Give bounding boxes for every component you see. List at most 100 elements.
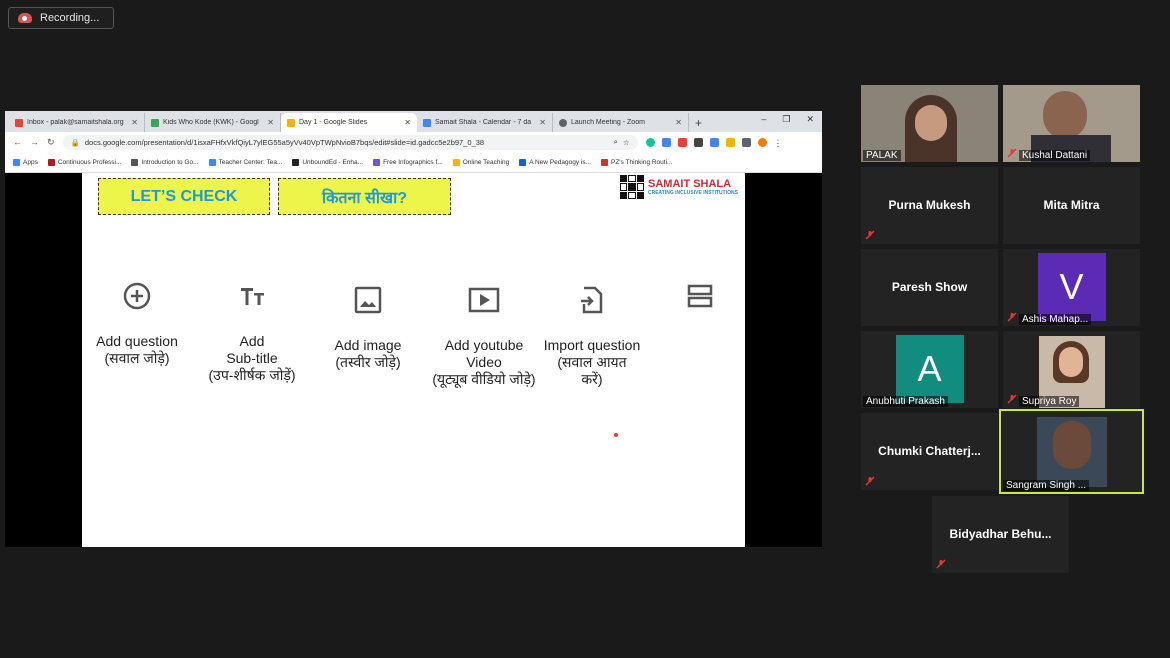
bookmark-icon: [452, 158, 460, 166]
participant-name: Kushal Dattani: [1019, 150, 1091, 161]
close-tab-icon[interactable]: ✕: [131, 118, 138, 127]
video-play-icon: [468, 287, 500, 313]
muted-mic-icon: [1007, 312, 1017, 322]
participant-tile[interactable]: Purna Mukesh: [861, 167, 998, 244]
participant-name: Mita Mitra: [1043, 198, 1100, 212]
calendar-icon: [423, 118, 431, 127]
restore-button[interactable]: ❐: [782, 114, 790, 125]
participant-tile[interactable]: Mita Mitra: [1003, 167, 1140, 244]
extension-hindi-icon[interactable]: [693, 137, 703, 147]
extension-grammarly-icon[interactable]: [645, 137, 655, 147]
close-window-button[interactable]: ✕: [806, 114, 814, 125]
profile-avatar[interactable]: [757, 137, 767, 147]
option-import-question: Import question (सवाल आयत करें): [537, 285, 647, 387]
muted-mic-icon: [1007, 148, 1017, 158]
bookmark-item[interactable]: PZ's Thinking Routi...: [601, 158, 672, 166]
image-icon: [354, 286, 382, 314]
star-icon[interactable]: ☆: [623, 138, 630, 147]
bookmark-icon: [519, 158, 527, 166]
browser-window: Inbox - palak@samaitshala.org ✕ Kids Who…: [5, 111, 822, 173]
extension-translate-icon[interactable]: [677, 137, 687, 147]
bookmark-item[interactable]: Free Infographics f...: [373, 158, 443, 166]
muted-mic-icon: [1007, 394, 1017, 404]
drive-icon: [151, 118, 159, 127]
gmail-icon: [15, 118, 23, 127]
url-text: docs.google.com/presentation/d/1isxaFHfx…: [84, 137, 485, 147]
participant-tile-active-speaker[interactable]: Sangram Singh ...: [999, 409, 1144, 494]
participant-name: Bidyadhar Behu...: [949, 527, 1052, 541]
cloud-record-icon: [18, 13, 32, 23]
participant-name: Chumki Chatterj...: [878, 444, 981, 458]
new-tab-button[interactable]: +: [695, 113, 702, 132]
avatar: A: [895, 335, 964, 403]
participant-tile[interactable]: PALAK: [861, 85, 998, 162]
bookmark-item[interactable]: Apps: [13, 158, 38, 166]
bookmarks-bar: Apps Continuous Professi... Introduction…: [5, 152, 822, 173]
participant-tile[interactable]: Chumki Chatterj...: [861, 413, 998, 490]
tab-calendar[interactable]: Samait Shala - Calendar - 7 da ✕: [417, 113, 553, 132]
globe-icon: [559, 118, 567, 127]
participant-face: [915, 105, 947, 141]
tab-gmail[interactable]: Inbox - palak@samaitshala.org ✕: [9, 113, 145, 132]
minimize-button[interactable]: –: [761, 114, 766, 125]
bookmark-item[interactable]: Teacher Center: Tea...: [208, 158, 282, 166]
section-icon: [687, 284, 713, 308]
participant-tile[interactable]: Kushal Dattani: [1003, 85, 1140, 162]
participant-tile[interactable]: V Ashis Mahap...: [1003, 249, 1140, 326]
participant-name: PALAK: [863, 150, 901, 161]
close-tab-icon[interactable]: ✕: [404, 118, 411, 127]
participant-name: Sangram Singh ...: [1003, 480, 1090, 491]
reload-icon[interactable]: ↻: [47, 137, 55, 148]
muted-mic-icon: [865, 476, 875, 486]
search-icon[interactable]: ⌕: [614, 137, 618, 147]
samait-shala-logo: SAMAIT SHALA CREATING INCLUSIVE INSTITUT…: [620, 174, 745, 200]
extension-docs-icon[interactable]: [709, 137, 719, 147]
tab-kwk[interactable]: Kids Who Kode (KWK) - Googl ✕: [145, 113, 281, 132]
tab-zoom[interactable]: Launch Meeting - Zoom ✕: [553, 113, 689, 132]
google-icon: [208, 158, 216, 166]
bookmark-item[interactable]: Online Teaching: [452, 158, 509, 166]
muted-mic-icon: [936, 559, 946, 569]
bookmark-item[interactable]: UnboundEd - Enha...: [292, 158, 363, 166]
omnibox[interactable]: 🔒 docs.google.com/presentation/d/1isxaFH…: [62, 134, 638, 150]
slide: LET’S CHECK कितना सीखा? SAMAIT SHALA CRE…: [82, 173, 745, 547]
lets-check-badge: LET’S CHECK: [98, 178, 270, 215]
muted-mic-icon: [865, 230, 875, 240]
recording-indicator[interactable]: Recording...: [8, 7, 114, 29]
import-icon: [581, 286, 603, 314]
participant-tile[interactable]: Supriya Roy: [1003, 331, 1140, 408]
extension-ai-icon[interactable]: [725, 137, 735, 147]
bookmark-item[interactable]: Continuous Professi...: [47, 158, 121, 166]
participant-face: [1059, 347, 1083, 377]
logo-title: SAMAIT SHALA: [648, 178, 732, 190]
participant-name: Paresh Show: [891, 280, 968, 294]
tab-slides[interactable]: Day 1 - Google Slides ✕: [281, 113, 417, 132]
add-circle-icon: [123, 282, 151, 310]
participant-tile[interactable]: Bidyadhar Behu...: [932, 496, 1069, 573]
participant-tile[interactable]: Paresh Show: [861, 249, 998, 326]
close-tab-icon[interactable]: ✕: [539, 118, 546, 127]
apps-icon: [13, 158, 20, 166]
menu-icon[interactable]: ⋮: [774, 138, 783, 148]
participant-tile[interactable]: A Anubhuti Prakash: [861, 331, 998, 408]
bookmark-icon: [373, 158, 381, 166]
tab-strip: Inbox - palak@samaitshala.org ✕ Kids Who…: [5, 111, 822, 132]
participant-face: [1053, 421, 1091, 469]
bookmark-item[interactable]: Introduction to Go...: [131, 158, 199, 166]
back-icon[interactable]: ←: [13, 137, 22, 147]
forward-icon[interactable]: →: [30, 137, 39, 147]
bookmark-icon: [292, 158, 300, 166]
bookmark-item[interactable]: A New Pedagogy is...: [519, 158, 591, 166]
kitna-seekha-badge: कितना सीखा?: [278, 178, 451, 215]
close-tab-icon[interactable]: ✕: [675, 118, 682, 127]
logo-grid-icon: [620, 175, 644, 199]
logo-subtitle: CREATING INCLUSIVE INSTITUTIONS: [648, 190, 738, 196]
extensions: ⋮: [645, 137, 783, 148]
option-add-subtitle: Add Sub-title (उप-शीर्षक जोड़ें): [197, 281, 307, 383]
extensions-puzzle-icon[interactable]: [741, 137, 751, 147]
close-tab-icon[interactable]: ✕: [267, 118, 274, 127]
participant-name: Ashis Mahap...: [1019, 314, 1092, 325]
address-bar-row: ← → ↻ 🔒 docs.google.com/presentation/d/1…: [5, 132, 822, 152]
extension-link-icon[interactable]: [661, 137, 671, 147]
slides-icon: [287, 118, 295, 127]
